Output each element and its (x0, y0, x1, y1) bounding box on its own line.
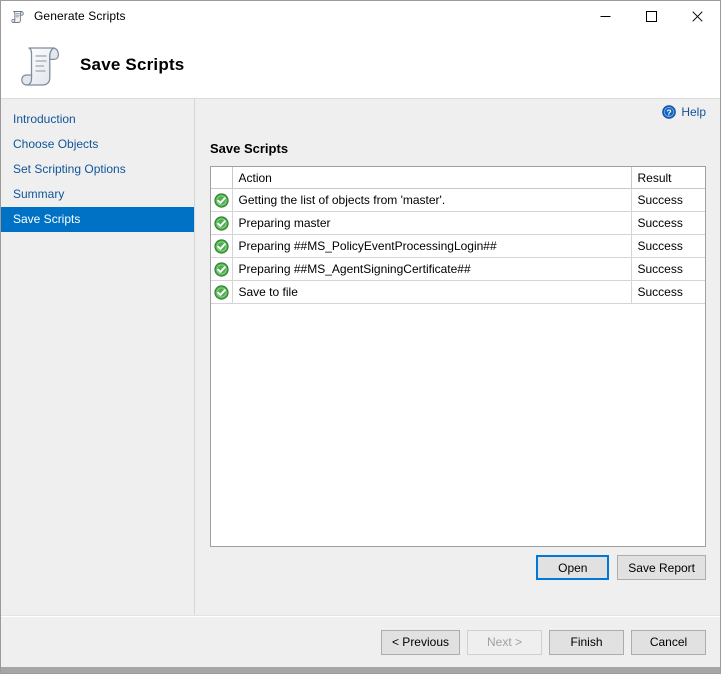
success-icon (214, 216, 229, 231)
success-icon (214, 262, 229, 277)
page-header: Save Scripts (1, 31, 720, 99)
minimize-button[interactable] (582, 1, 628, 31)
help-link-label: Help (681, 105, 706, 119)
action-cell: Preparing ##MS_PolicyEventProcessingLogi… (232, 235, 631, 258)
result-cell: Success (631, 212, 705, 235)
column-header-action[interactable]: Action (232, 167, 631, 189)
table-row[interactable]: Getting the list of objects from 'master… (211, 189, 705, 212)
table-header-row: Action Result (211, 167, 705, 189)
window-controls (582, 1, 720, 31)
title-bar: Generate Scripts (1, 1, 720, 31)
sidebar-item-introduction[interactable]: Introduction (1, 107, 194, 132)
page-title: Save Scripts (80, 55, 184, 75)
status-cell (211, 281, 232, 304)
sidebar-item-summary[interactable]: Summary (1, 182, 194, 207)
result-cell: Success (631, 258, 705, 281)
help-circle-icon: ? (662, 105, 676, 119)
content-panel: ? Help Save Scripts Action (195, 99, 720, 615)
success-icon (214, 193, 229, 208)
table-row[interactable]: Save to file Success (211, 281, 705, 304)
generate-scripts-window: Generate Scripts (0, 0, 721, 674)
table-row[interactable]: Preparing master Success (211, 212, 705, 235)
open-button[interactable]: Open (536, 555, 609, 580)
sidebar-item-set-scripting-options[interactable]: Set Scripting Options (1, 157, 194, 182)
save-report-button[interactable]: Save Report (617, 555, 706, 580)
close-button[interactable] (674, 1, 720, 31)
status-bar (1, 667, 720, 673)
table-row[interactable]: Preparing ##MS_PolicyEventProcessingLogi… (211, 235, 705, 258)
result-cell: Success (631, 281, 705, 304)
wizard-sidebar: Introduction Choose Objects Set Scriptin… (1, 99, 195, 615)
help-link[interactable]: ? Help (662, 105, 706, 119)
table-row[interactable]: Preparing ##MS_AgentSigningCertificate##… (211, 258, 705, 281)
script-scroll-icon (10, 9, 26, 25)
action-cell: Preparing ##MS_AgentSigningCertificate## (232, 258, 631, 281)
help-row: ? Help (195, 99, 720, 125)
status-cell (211, 235, 232, 258)
next-button: Next > (467, 630, 542, 655)
result-cell: Success (631, 189, 705, 212)
sidebar-item-save-scripts[interactable]: Save Scripts (1, 207, 194, 232)
svg-text:?: ? (667, 107, 672, 117)
action-cell: Preparing master (232, 212, 631, 235)
success-icon (214, 239, 229, 254)
section-title: Save Scripts (210, 141, 720, 156)
maximize-button[interactable] (628, 1, 674, 31)
grid-action-buttons: Open Save Report (195, 555, 706, 580)
status-cell (211, 258, 232, 281)
result-cell: Success (631, 235, 705, 258)
action-cell: Getting the list of objects from 'master… (232, 189, 631, 212)
wizard-footer: < Previous Next > Finish Cancel (1, 617, 720, 667)
success-icon (214, 285, 229, 300)
sidebar-item-choose-objects[interactable]: Choose Objects (1, 132, 194, 157)
previous-button[interactable]: < Previous (381, 630, 460, 655)
finish-button[interactable]: Finish (549, 630, 624, 655)
column-header-status[interactable] (211, 167, 232, 189)
minimize-icon (600, 11, 611, 22)
results-grid: Action Result (211, 167, 705, 304)
script-scroll-icon (16, 40, 66, 90)
status-cell (211, 212, 232, 235)
action-cell: Save to file (232, 281, 631, 304)
window-body: Introduction Choose Objects Set Scriptin… (1, 99, 720, 615)
close-icon (692, 11, 703, 22)
window-title: Generate Scripts (34, 9, 126, 23)
maximize-icon (646, 11, 657, 22)
cancel-button[interactable]: Cancel (631, 630, 706, 655)
column-header-result[interactable]: Result (631, 167, 705, 189)
results-grid-body: Getting the list of objects from 'master… (211, 189, 705, 304)
status-cell (211, 189, 232, 212)
results-grid-container: Action Result (210, 166, 706, 547)
